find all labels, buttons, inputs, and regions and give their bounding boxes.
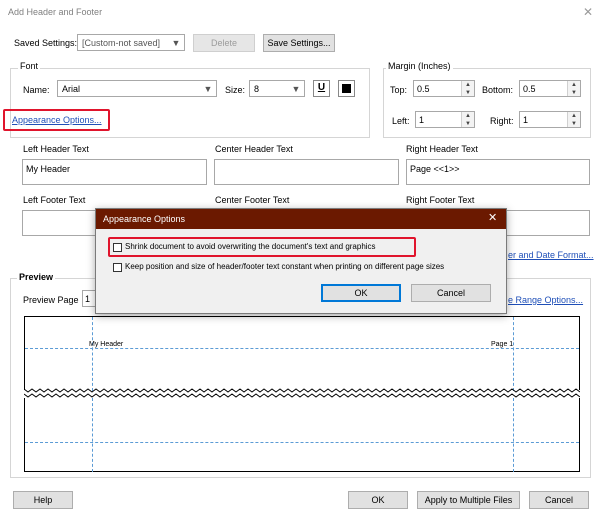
font-size-label: Size: [225,85,246,95]
dialog-title-bar: Appearance Options ✕ [96,209,506,229]
preview-header-right: Page 1 [491,341,514,348]
chevron-down-icon: ▼ [203,84,213,94]
left-margin-guide [92,398,93,472]
left-footer-label: Left Footer Text [23,195,86,205]
font-name-label: Name: [23,85,50,95]
saved-settings-label: Saved Settings: [14,38,78,48]
help-button[interactable]: Help [13,491,73,509]
preview-page-input[interactable]: 1 [82,290,96,307]
font-size-select[interactable]: 8 ▼ [249,80,305,97]
title-bar: Add Header and Footer ✕ [0,0,600,24]
delete-button[interactable]: Delete [193,34,255,52]
margin-right-value: 1 [523,115,529,125]
preview-page-top: My Header Page 1 [24,316,580,391]
right-footer-label: Right Footer Text [406,195,475,205]
cancel-button[interactable]: Cancel [529,491,589,509]
margin-bottom-stepper[interactable]: 0.5 ▲ ▼ [519,80,581,97]
preview-group-label: Preview [17,271,56,283]
font-group-label: Font [18,60,41,72]
right-header-label: Right Header Text [406,144,478,154]
margin-left-label: Left: [392,116,410,126]
margin-bottom-label: Bottom: [482,85,514,95]
right-margin-guide [513,398,514,472]
left-header-input[interactable]: My Header [22,159,207,185]
margin-bottom-value: 0.5 [523,84,536,94]
spinner-icon[interactable]: ▲ ▼ [567,81,580,96]
chevron-down-icon: ▼ [171,38,181,48]
page-break-zigzag [24,388,580,398]
left-header-value: My Header [26,164,71,174]
underline-button[interactable]: U [313,80,330,97]
center-header-label: Center Header Text [215,144,293,154]
left-header-label: Left Header Text [23,144,89,154]
color-swatch-icon [342,84,351,93]
shrink-document-label: Shrink document to avoid overwriting the… [125,242,376,251]
center-header-input[interactable] [214,159,399,185]
page-number-date-format-link[interactable]: er and Date Format... [508,249,594,261]
saved-settings-select[interactable]: [Custom-not saved] ▼ [77,34,185,51]
window-close-icon[interactable]: ✕ [580,4,596,20]
preview-page-bottom [24,398,580,472]
shrink-document-checkbox[interactable] [113,243,122,252]
bottom-margin-guide [25,442,579,443]
dialog-title: Appearance Options [103,214,186,224]
dialog-close-icon[interactable]: ✕ [488,212,497,224]
ok-button[interactable]: OK [348,491,408,509]
spinner-icon[interactable]: ▲ ▼ [567,112,580,127]
keep-position-checkbox[interactable] [113,263,122,272]
preview-header-left: My Header [89,341,124,348]
font-color-button[interactable] [338,80,355,97]
chevron-down-icon: ▼ [291,84,301,94]
dialog-ok-button[interactable]: OK [321,284,401,302]
appearance-options-link[interactable]: Appearance Options... [12,114,102,126]
appearance-options-dialog: Appearance Options ✕ Shrink document to … [95,208,507,314]
preview-page-value: 1 [85,294,91,304]
spinner-icon[interactable]: ▲ ▼ [461,81,474,96]
save-settings-button[interactable]: Save Settings... [263,34,335,52]
margin-left-value: 1 [419,115,425,125]
margin-group-label: Margin (Inches) [386,60,453,72]
saved-settings-value: [Custom-not saved] [82,38,161,48]
right-margin-guide [513,317,514,391]
margin-right-stepper[interactable]: 1 ▲ ▼ [519,111,581,128]
font-size-value: 8 [254,84,260,94]
font-name-value: Arial [62,84,81,94]
font-name-select[interactable]: Arial ▼ [57,80,217,97]
spinner-icon[interactable]: ▲ ▼ [461,112,474,127]
underline-icon: U [317,82,326,93]
right-header-input[interactable]: Page <<1>> [406,159,590,185]
add-header-footer-window: Add Header and Footer ✕ Saved Settings: … [0,0,600,520]
left-margin-guide [92,317,93,391]
window-title: Add Header and Footer [8,7,103,17]
dialog-cancel-button[interactable]: Cancel [411,284,491,302]
preview-page-label: Preview Page [23,295,79,305]
margin-right-label: Right: [490,116,514,126]
margin-top-value: 0.5 [417,84,430,94]
page-range-options-link[interactable]: e Range Options... [508,294,583,306]
margin-left-stepper[interactable]: 1 ▲ ▼ [415,111,475,128]
apply-to-multiple-files-button[interactable]: Apply to Multiple Files [417,491,520,509]
margin-top-label: Top: [390,85,408,95]
keep-position-label: Keep position and size of header/footer … [125,262,445,271]
center-footer-label: Center Footer Text [215,195,290,205]
right-header-value: Page <<1>> [410,164,460,174]
margin-top-stepper[interactable]: 0.5 ▲ ▼ [413,80,475,97]
